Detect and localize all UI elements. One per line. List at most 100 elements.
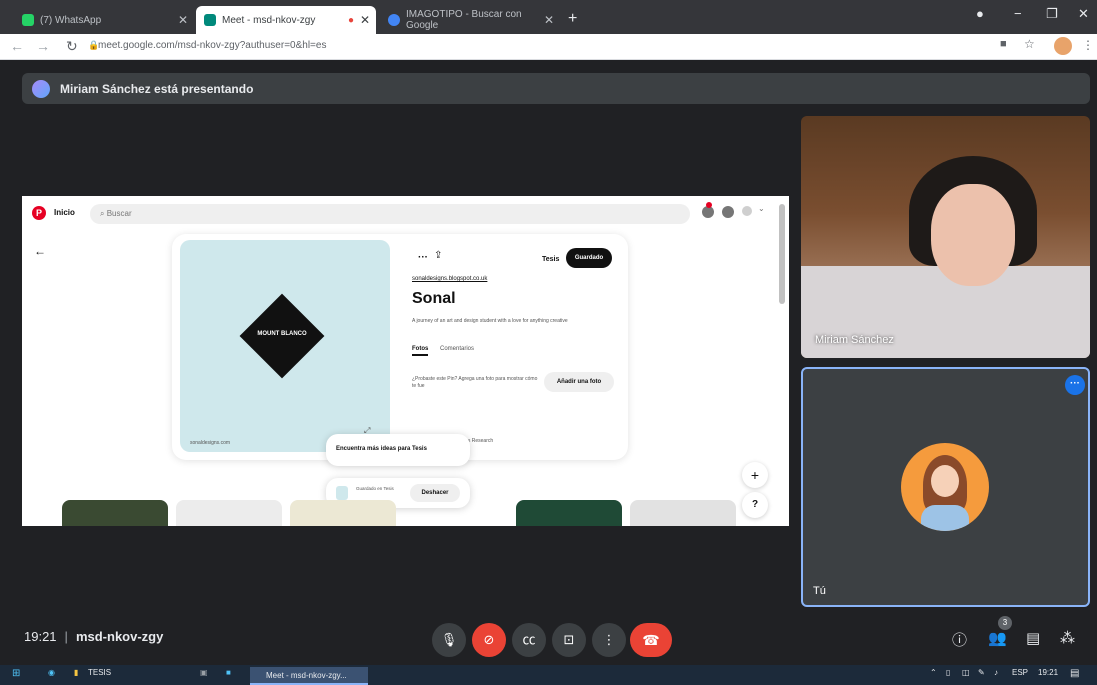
tab-google-search[interactable]: IMAGOTIPO - Buscar con Google ✕ <box>380 6 560 34</box>
file-explorer-icon[interactable]: ▣ <box>200 668 208 677</box>
pinterest-header: P Inicio ⌕ Buscar ⌄ <box>22 196 789 232</box>
logo-text: MOUNT BLANCO <box>257 331 307 337</box>
browser-tab-bar: (7) WhatsApp ✕ Meet - msd-nkov-zgy ● ✕ I… <box>0 0 1097 34</box>
tab-label: (7) WhatsApp <box>40 14 102 26</box>
forward-arrow-icon[interactable]: → <box>36 38 50 54</box>
tab-comments: Comentarios <box>440 346 475 352</box>
people-count-badge: 3 <box>998 616 1012 630</box>
taskbar-clock[interactable]: 19:21 <box>1038 668 1058 677</box>
volume-icon[interactable]: ♪ <box>994 668 998 677</box>
board-name: Tesis <box>542 256 560 263</box>
activities-icon: ⁂ <box>1060 630 1075 647</box>
participant-face <box>931 184 1015 286</box>
avatar-shirt <box>921 505 969 531</box>
present-screen-icon: ⊡ <box>563 632 575 647</box>
record-icon[interactable]: ● <box>976 6 984 21</box>
pin-image: MOUNT BLANCO sonaldesigns.com <box>180 240 390 452</box>
more-ideas-popup: Encuentra más ideas para Tesis <box>326 434 470 466</box>
bookmark-star-icon[interactable]: ☆ <box>1024 37 1035 51</box>
back-arrow-icon[interactable]: ← <box>10 38 24 54</box>
related-pin-thumb <box>176 500 282 526</box>
presenter-avatar <box>32 79 50 98</box>
related-pin-thumb <box>62 500 168 526</box>
network-icon[interactable]: ◫ <box>962 668 970 677</box>
participant-name: Miriam Sánchez <box>815 334 894 346</box>
meeting-details-button[interactable]: ⓘ <box>952 629 967 650</box>
notification-badge <box>706 202 712 208</box>
close-icon[interactable]: ✕ <box>178 13 188 27</box>
related-pin-thumb <box>290 500 396 526</box>
people-button[interactable]: 👥 <box>988 629 1007 647</box>
taskbar-meet-item[interactable]: Meet - msd-nkov-zgy... <box>250 667 368 685</box>
present-button[interactable]: ⊡ <box>552 623 586 657</box>
search-icon: ⌕ <box>100 209 107 218</box>
nav-home: Inicio <box>54 208 75 217</box>
tab-label: Meet - msd-nkov-zgy <box>222 14 316 26</box>
language-indicator[interactable]: ESP <box>1012 668 1028 677</box>
captions-button[interactable]: ㏄ <box>512 623 546 657</box>
url-field[interactable]: meet.google.com/msd-nkov-zgy?authuser=0&… <box>98 40 326 51</box>
avatar <box>901 443 989 531</box>
presenting-text: Miriam Sánchez está presentando <box>60 81 254 96</box>
participant-tile-you[interactable]: ··· Tú <box>801 367 1090 607</box>
folder-icon[interactable]: ▮ <box>74 668 78 677</box>
popup-text: Encuentra más ideas para Tesis <box>336 446 427 452</box>
close-icon[interactable]: ✕ <box>544 13 554 27</box>
pinterest-search-input: ⌕ Buscar <box>90 204 690 224</box>
close-window-button[interactable]: ✕ <box>1078 6 1089 22</box>
chat-button[interactable]: ▤ <box>1026 629 1040 647</box>
camera-off-icon: ⊘ <box>483 632 495 647</box>
people-icon: 👥 <box>988 630 1007 647</box>
tray-chevron-up-icon[interactable]: ⌃ <box>930 668 937 677</box>
profile-avatar[interactable] <box>1054 37 1072 55</box>
battery-icon[interactable]: ▯ <box>946 668 950 677</box>
camera-off-button[interactable]: ⊘ <box>472 623 506 657</box>
taskbar-meet-label: Meet - msd-nkov-zgy... <box>266 671 347 680</box>
related-pin-thumb <box>630 500 736 526</box>
close-icon[interactable]: ✕ <box>360 13 370 27</box>
saved-button: Guardado <box>566 248 612 268</box>
minimize-button[interactable]: − <box>1014 6 1022 21</box>
tab-whatsapp[interactable]: (7) WhatsApp ✕ <box>14 6 194 34</box>
more-vertical-icon: ⋮ <box>602 632 616 647</box>
chevron-down-icon: ⌄ <box>758 204 765 213</box>
app-icon[interactable]: ■ <box>226 668 231 677</box>
meeting-info: 19:21 | msd-nkov-zgy <box>24 629 163 644</box>
create-plus-button: + <box>742 462 768 488</box>
back-arrow-icon: ← <box>34 244 46 258</box>
tab-label: IMAGOTIPO - Buscar con Google <box>406 9 522 31</box>
microphone-button[interactable]: 🎙 <box>432 623 466 657</box>
new-tab-button[interactable]: + <box>568 10 577 28</box>
help-button: ? <box>742 492 768 518</box>
phone-hangup-icon: ☎ <box>642 632 660 648</box>
reload-icon[interactable]: ↻ <box>66 38 78 55</box>
participant-name: Tú <box>813 585 826 597</box>
end-call-button[interactable]: ☎ <box>630 623 672 657</box>
camera-indicator-icon[interactable]: ■ <box>1000 38 1007 50</box>
meet-icon <box>204 14 216 26</box>
chat-icon: ▤ <box>1026 630 1041 647</box>
search-placeholder: Buscar <box>106 209 132 218</box>
more-options-button[interactable]: ⋮ <box>592 623 626 657</box>
captions-icon: ㏄ <box>522 632 536 647</box>
toast-text: Guardado en Tesis <box>356 486 394 491</box>
messages-icon <box>722 206 734 218</box>
tab-meet[interactable]: Meet - msd-nkov-zgy ● ✕ <box>196 6 376 34</box>
taskbar-folder-label[interactable]: TESIS <box>88 668 111 677</box>
more-options-icon[interactable]: ··· <box>1065 375 1085 395</box>
activities-button[interactable]: ⁂ <box>1060 629 1075 647</box>
edge-icon[interactable]: ◉ <box>48 668 55 677</box>
pin-title: Sonal <box>412 290 456 307</box>
presenting-banner: Miriam Sánchez está presentando <box>22 73 1090 104</box>
related-pin-thumb <box>516 500 622 526</box>
pin-description: A journey of an art and design student w… <box>412 318 568 324</box>
menu-dots-icon[interactable]: ⋮ <box>1082 38 1094 52</box>
windows-start-icon[interactable]: ⊞ <box>12 668 20 679</box>
more-options-icon: ··· <box>418 252 428 263</box>
notifications-icon[interactable]: ▤ <box>1070 668 1079 679</box>
maximize-button[interactable]: ❐ <box>1046 6 1058 22</box>
pen-icon[interactable]: ✎ <box>978 668 985 677</box>
tried-prompt: ¿Probaste este Pin? Agrega una foto para… <box>412 376 538 389</box>
participant-tile-miriam[interactable]: Miriam Sánchez <box>801 116 1090 358</box>
pin-source: sonaldesigns.com <box>190 440 231 446</box>
